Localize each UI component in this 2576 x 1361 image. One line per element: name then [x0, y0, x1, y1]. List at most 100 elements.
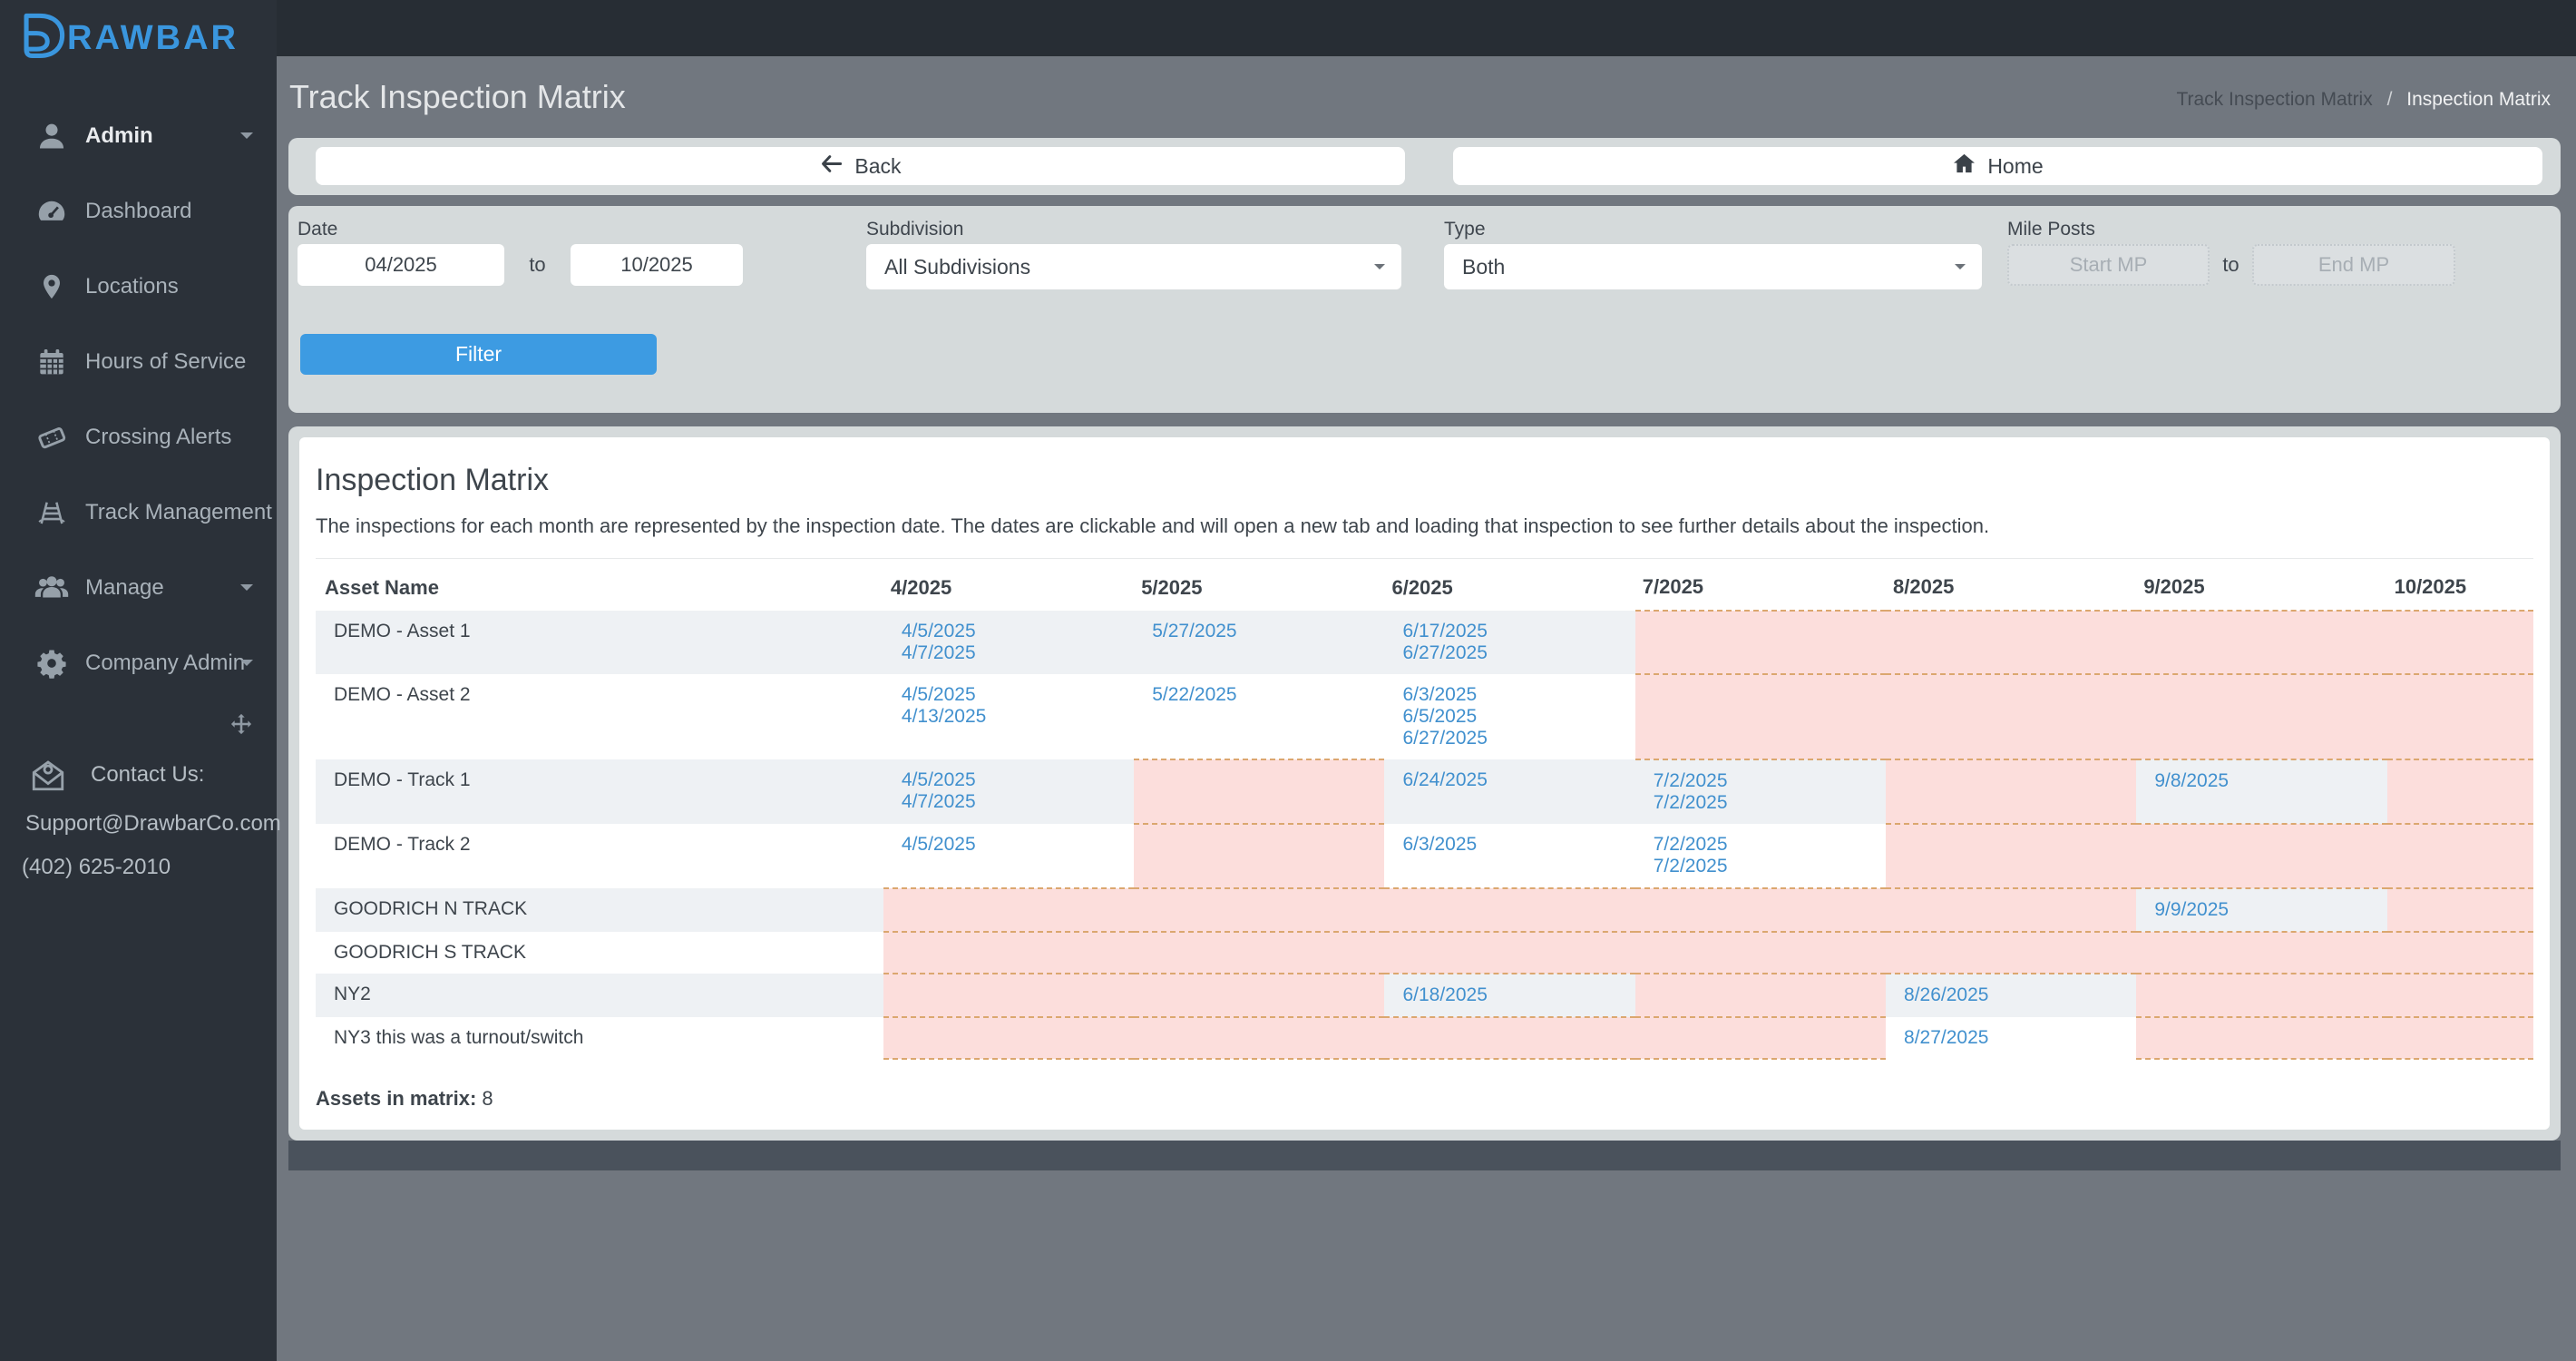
- home-button[interactable]: Home: [1453, 147, 2542, 185]
- sidebar-item-dashboard[interactable]: Dashboard: [0, 173, 277, 249]
- inspection-date-link[interactable]: 6/18/2025: [1402, 984, 1634, 1006]
- inspection-matrix-panel: Inspection Matrix The inspections for ea…: [288, 426, 2561, 1141]
- contact-email: Support@DrawbarCo.com: [0, 811, 277, 837]
- arrow-left-icon: [819, 152, 844, 181]
- user-icon: [33, 119, 71, 153]
- date-to-input[interactable]: [571, 244, 743, 286]
- inspection-date-link[interactable]: 4/7/2025: [902, 642, 1134, 664]
- column-header-month: 7/2025: [1635, 559, 1886, 611]
- asset-name-cell: NY2: [316, 974, 883, 1017]
- missing-inspection-cell: [2136, 1017, 2386, 1059]
- inspection-month-cell: 6/3/2025: [1384, 824, 1634, 888]
- inspection-date-link[interactable]: 7/2/2025: [1654, 834, 1886, 856]
- table-row: GOODRICH N TRACK 9/9/2025: [316, 888, 2533, 932]
- inspection-date-link[interactable]: 4/13/2025: [902, 706, 1134, 728]
- inspection-date-link[interactable]: 4/7/2025: [902, 791, 1134, 813]
- date-label: Date: [298, 219, 743, 240]
- inspection-month-cell: 6/17/20256/27/2025: [1384, 611, 1634, 674]
- sidebar: RAWBAR AdminDashboardLocations Hours of S…: [0, 0, 277, 1361]
- back-button[interactable]: Back: [316, 147, 1405, 185]
- subdivision-select[interactable]: All Subdivisions: [866, 244, 1401, 289]
- inspection-month-cell: 8/27/2025: [1886, 1017, 2136, 1059]
- missing-inspection-cell: [1635, 888, 1886, 932]
- brand-logo[interactable]: RAWBAR: [0, 0, 277, 66]
- missing-inspection-cell: [1635, 611, 1886, 674]
- inspection-date-link[interactable]: 4/5/2025: [902, 684, 1134, 706]
- inspection-date-link[interactable]: 6/5/2025: [1402, 706, 1634, 728]
- asset-name-cell: DEMO - Track 1: [316, 759, 883, 824]
- inspection-date-link[interactable]: 8/27/2025: [1904, 1027, 2136, 1049]
- inspection-date-link[interactable]: 8/26/2025: [1904, 984, 2136, 1006]
- missing-inspection-cell: [883, 1017, 1134, 1059]
- missing-inspection-cell: [1886, 932, 2136, 974]
- filter-panel: Date to Subdivision All Subdivisions Ty: [288, 206, 2561, 413]
- inspection-date-link[interactable]: 7/2/2025: [1654, 856, 1886, 877]
- inspection-month-cell: 4/5/20254/13/2025: [883, 674, 1134, 759]
- missing-inspection-cell: [1886, 674, 2136, 759]
- inspection-date-link[interactable]: 6/24/2025: [1402, 769, 1634, 791]
- assets-in-matrix: Assets in matrix: 8: [316, 1087, 2533, 1111]
- inspection-month-cell: 9/8/2025: [2136, 759, 2386, 824]
- inspection-date-link[interactable]: 4/5/2025: [902, 769, 1134, 791]
- missing-inspection-cell: [2136, 932, 2386, 974]
- inspection-date-link[interactable]: 5/27/2025: [1152, 621, 1384, 642]
- missing-inspection-cell: [883, 974, 1134, 1017]
- inspection-month-cell: 7/2/20257/2/2025: [1635, 759, 1886, 824]
- sidebar-item-label: Company Admin: [85, 651, 245, 676]
- filter-button[interactable]: Filter: [300, 334, 657, 375]
- assets-in-matrix-value: 8: [482, 1087, 493, 1110]
- table-header-row: Asset Name4/20255/20256/20257/20258/2025…: [316, 559, 2533, 611]
- sidebar-item-admin[interactable]: Admin: [0, 98, 277, 173]
- missing-inspection-cell: [1134, 759, 1384, 824]
- start-mp-input[interactable]: [2007, 244, 2210, 286]
- sidebar-item-hours-of-service[interactable]: Hours of Service: [0, 324, 277, 399]
- asset-name-cell: GOODRICH N TRACK: [316, 888, 883, 932]
- inspection-date-link[interactable]: 6/27/2025: [1402, 642, 1634, 664]
- table-row: DEMO - Asset 24/5/20254/13/20255/22/2025…: [316, 674, 2533, 759]
- inspection-date-link[interactable]: 7/2/2025: [1654, 770, 1886, 792]
- inspection-date-link[interactable]: 4/5/2025: [902, 834, 1134, 856]
- missing-inspection-cell: [2387, 932, 2533, 974]
- missing-inspection-cell: [1384, 888, 1634, 932]
- breadcrumb-current: Inspection Matrix: [2406, 89, 2551, 110]
- caret-down-icon: [240, 660, 253, 672]
- inspection-date-link[interactable]: 6/17/2025: [1402, 621, 1634, 642]
- inspection-date-link[interactable]: 6/3/2025: [1402, 834, 1634, 856]
- matrix-description: The inspections for each month are repre…: [316, 514, 2533, 538]
- inspection-month-cell: 4/5/2025: [883, 824, 1134, 888]
- inspection-matrix-card: Inspection Matrix The inspections for ea…: [299, 437, 2550, 1130]
- breadcrumb-separator: /: [2387, 89, 2393, 110]
- missing-inspection-cell: [2387, 974, 2533, 1017]
- sidebar-item-crossing-alerts[interactable]: Crossing Alerts: [0, 399, 277, 475]
- missing-inspection-cell: [1635, 1017, 1886, 1059]
- inspection-date-link[interactable]: 7/2/2025: [1654, 792, 1886, 814]
- date-from-input[interactable]: [298, 244, 504, 286]
- inspection-date-link[interactable]: 9/9/2025: [2154, 899, 2386, 921]
- type-label: Type: [1444, 219, 1982, 240]
- move-handle-icon[interactable]: [229, 711, 254, 737]
- table-row: DEMO - Asset 14/5/20254/7/20255/27/20256…: [316, 611, 2533, 674]
- drawbar-d-icon: [18, 11, 65, 66]
- inspection-date-link[interactable]: 9/8/2025: [2154, 770, 2386, 792]
- caret-down-icon: [240, 132, 253, 145]
- sidebar-item-company-admin[interactable]: Company Admin: [0, 625, 277, 700]
- inspection-date-link[interactable]: 6/27/2025: [1402, 728, 1634, 749]
- type-select[interactable]: Both: [1444, 244, 1982, 289]
- inspection-date-link[interactable]: 4/5/2025: [902, 621, 1134, 642]
- ticket-icon: [33, 420, 71, 455]
- breadcrumb-link[interactable]: Track Inspection Matrix: [2176, 89, 2372, 110]
- sidebar-item-manage[interactable]: Manage: [0, 550, 277, 625]
- inspection-date-link[interactable]: 6/3/2025: [1402, 684, 1634, 706]
- missing-inspection-cell: [2387, 824, 2533, 888]
- sidebar-item-label: Hours of Service: [85, 349, 246, 375]
- missing-inspection-cell: [2136, 824, 2386, 888]
- end-mp-input[interactable]: [2252, 244, 2455, 286]
- sidebar-item-locations[interactable]: Locations: [0, 249, 277, 324]
- calendar-icon: [33, 345, 71, 379]
- inspection-date-link[interactable]: 5/22/2025: [1152, 684, 1384, 706]
- sidebar-item-track-management[interactable]: Track Management: [0, 475, 277, 550]
- contact-phone: (402) 625-2010: [0, 855, 277, 880]
- brand-text: RAWBAR: [67, 19, 239, 58]
- table-row: GOODRICH S TRACK: [316, 932, 2533, 974]
- assets-in-matrix-label: Assets in matrix:: [316, 1087, 476, 1110]
